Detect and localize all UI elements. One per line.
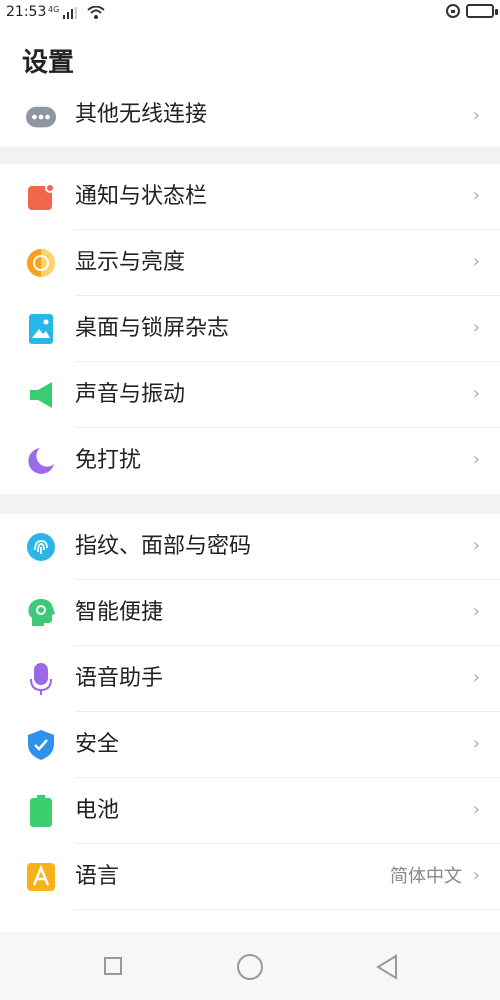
- settings-item-label: 智能便捷: [75, 600, 164, 625]
- chevron-right-icon: ›: [472, 799, 480, 820]
- settings-item-sound-vibration[interactable]: 声音与振动 ›: [0, 362, 500, 428]
- section-separator: [0, 147, 500, 164]
- settings-item-label: 桌面与锁屏杂志: [75, 316, 230, 341]
- settings-item-label: 免打扰: [75, 448, 142, 473]
- cell-signal-icon: [63, 6, 78, 19]
- page-header: 设置: [0, 26, 500, 92]
- chevron-right-icon: ›: [472, 667, 480, 688]
- fingerprint-icon: [26, 532, 56, 562]
- battery-status-icon: [466, 4, 498, 18]
- row-divider: [75, 909, 500, 910]
- page-title: 设置: [22, 48, 75, 78]
- status-time: 21:53: [6, 4, 47, 20]
- back-button[interactable]: [375, 954, 399, 980]
- settings-item-label: 其他无线连接: [75, 102, 208, 127]
- chevron-right-icon: ›: [472, 733, 480, 754]
- settings-item-notifications[interactable]: 通知与状态栏 ›: [0, 164, 500, 230]
- battery-icon: [26, 795, 56, 827]
- chevron-right-icon: ›: [472, 535, 480, 556]
- signal-indicators: 4G: [48, 5, 105, 19]
- chevron-right-icon: ›: [472, 601, 480, 622]
- system-navigation-bar: [0, 932, 500, 1000]
- chevron-right-icon: ›: [472, 251, 480, 272]
- more-dots-icon: [26, 102, 56, 132]
- notification-icon: [26, 182, 56, 212]
- chevron-right-icon: ›: [472, 105, 480, 126]
- language-current-value: 简体中文: [390, 866, 462, 887]
- section-security-system: 指纹、面部与密码 › 智能便捷 › 语音助手 › 安全 › 电池 › 语言 简体…: [0, 514, 500, 910]
- settings-item-label: 电池: [75, 798, 120, 823]
- settings-item-label: 指纹、面部与密码: [75, 534, 252, 559]
- settings-item-voice-assistant[interactable]: 语音助手 ›: [0, 646, 500, 712]
- settings-item-language[interactable]: 语言 简体中文 ›: [0, 844, 500, 910]
- chevron-right-icon: ›: [472, 865, 480, 886]
- moon-icon: [26, 446, 56, 476]
- section-display-sound: 通知与状态栏 › 显示与亮度 › 桌面与锁屏杂志 › 声音与振动 › 免打扰 ›: [0, 164, 500, 494]
- chevron-right-icon: ›: [472, 317, 480, 338]
- rotation-lock-icon: [446, 4, 460, 18]
- shield-icon: [26, 730, 56, 760]
- settings-item-label: 语言: [75, 864, 120, 889]
- settings-item-label: 声音与振动: [75, 382, 186, 407]
- settings-item-label: 通知与状态栏: [75, 184, 208, 209]
- settings-item-label: 语音助手: [75, 666, 164, 691]
- microphone-icon: [26, 663, 56, 695]
- settings-item-wallpaper[interactable]: 桌面与锁屏杂志 ›: [0, 296, 500, 362]
- section-wireless: 其他无线连接 ›: [0, 91, 500, 147]
- language-icon: [26, 862, 56, 892]
- wallpaper-icon: [26, 314, 56, 344]
- speaker-icon: [26, 380, 56, 410]
- settings-item-smart-shortcuts[interactable]: 智能便捷 ›: [0, 580, 500, 646]
- chevron-right-icon: ›: [472, 185, 480, 206]
- chevron-right-icon: ›: [472, 383, 480, 404]
- home-button[interactable]: [237, 954, 263, 980]
- display-brightness-icon: [26, 248, 56, 278]
- settings-item-label: 安全: [75, 732, 120, 757]
- settings-item-battery[interactable]: 电池 ›: [0, 778, 500, 844]
- status-bar: 21:53 4G: [0, 0, 500, 26]
- smart-head-icon: [26, 598, 56, 628]
- settings-item-security[interactable]: 安全 ›: [0, 712, 500, 778]
- settings-item-do-not-disturb[interactable]: 免打扰 ›: [0, 428, 500, 494]
- settings-item-label: 显示与亮度: [75, 250, 186, 275]
- network-type-label: 4G: [48, 5, 60, 14]
- chevron-right-icon: ›: [472, 449, 480, 470]
- settings-item-display-brightness[interactable]: 显示与亮度 ›: [0, 230, 500, 296]
- recent-apps-button[interactable]: [104, 957, 122, 975]
- wifi-icon: [87, 5, 105, 19]
- section-separator: [0, 494, 500, 514]
- settings-item-other-wireless[interactable]: 其他无线连接 ›: [0, 91, 500, 147]
- settings-item-fingerprint-face-password[interactable]: 指纹、面部与密码 ›: [0, 514, 500, 580]
